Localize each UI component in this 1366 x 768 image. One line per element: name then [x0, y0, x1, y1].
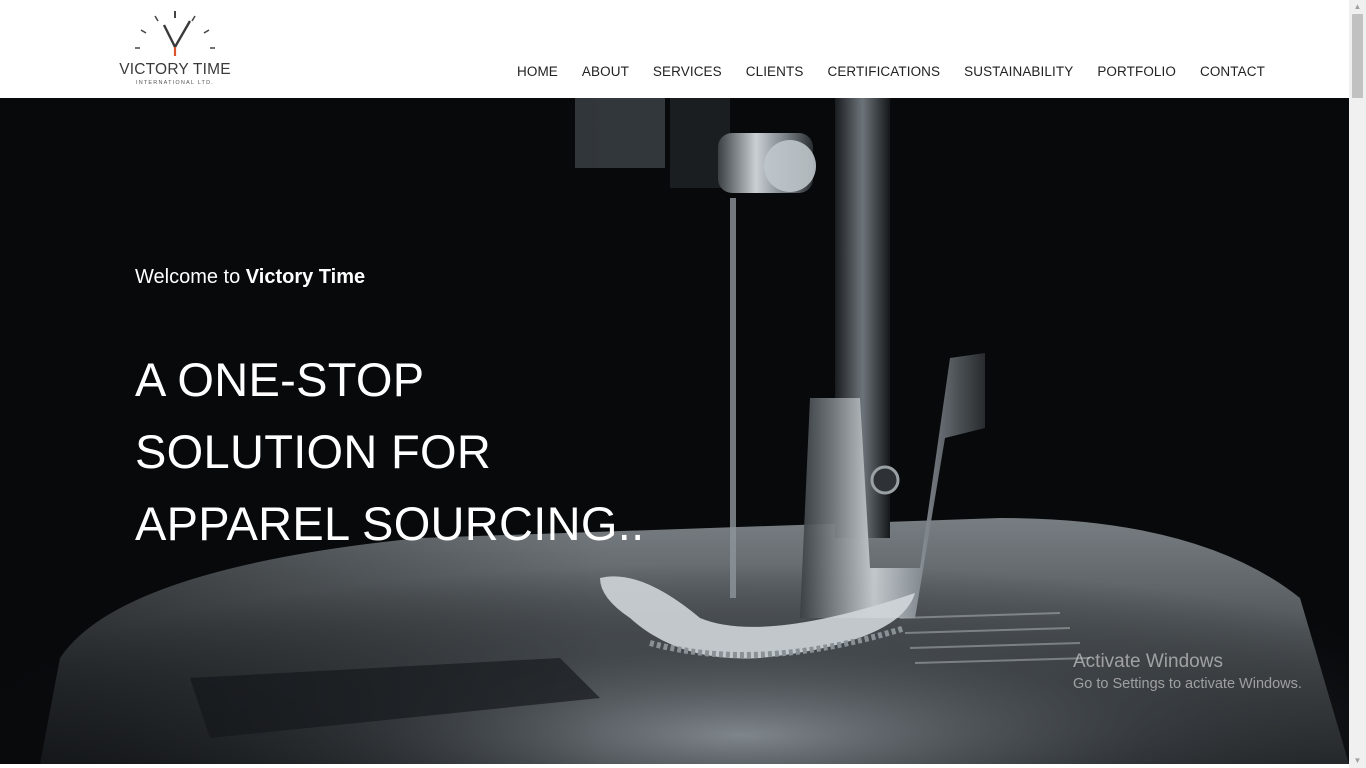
nav-portfolio[interactable]: PORTFOLIO — [1097, 64, 1176, 79]
hero-headline: A ONE-STOP SOLUTION FOR APPAREL SOURCING… — [135, 344, 644, 560]
brand-logo-link[interactable]: VICTORY TIME INTERNATIONAL LTD. — [118, 8, 232, 90]
nav-clients[interactable]: CLIENTS — [746, 64, 804, 79]
brand-subtitle: INTERNATIONAL LTD. — [135, 80, 215, 86]
watermark-subtitle: Go to Settings to activate Windows. — [1073, 676, 1302, 692]
nav-home[interactable]: HOME — [517, 64, 558, 79]
headline-line-1: A ONE-STOP — [135, 353, 425, 406]
welcome-prefix: Welcome to — [135, 266, 246, 288]
nav-contact[interactable]: CONTACT — [1200, 64, 1265, 79]
headline-line-2: SOLUTION FOR — [135, 425, 492, 478]
headline-line-3: APPAREL SOURCING.. — [135, 497, 645, 550]
scroll-up-arrow-icon[interactable]: ▲ — [1349, 0, 1366, 14]
page-scrollbar[interactable]: ▲ ▼ — [1349, 0, 1366, 768]
hero-welcome: Welcome to Victory Time — [135, 266, 365, 289]
main-nav: HOME ABOUT SERVICES CLIENTS CERTIFICATIO… — [517, 64, 1265, 79]
nav-sustainability[interactable]: SUSTAINABILITY — [964, 64, 1073, 79]
nav-certifications[interactable]: CERTIFICATIONS — [827, 64, 940, 79]
nav-about[interactable]: ABOUT — [582, 64, 629, 79]
brand-name: VICTORY TIME — [119, 61, 231, 78]
page: VICTORY TIME INTERNATIONAL LTD. HOME ABO… — [0, 0, 1366, 768]
nav-services[interactable]: SERVICES — [653, 64, 722, 79]
scroll-thumb[interactable] — [1352, 14, 1363, 98]
clock-logo-icon — [135, 11, 215, 56]
site-header: VICTORY TIME INTERNATIONAL LTD. HOME ABO… — [0, 0, 1349, 98]
windows-activation-watermark: Activate Windows Go to Settings to activ… — [1073, 650, 1302, 694]
watermark-title: Activate Windows — [1073, 651, 1223, 672]
welcome-brand: Victory Time — [245, 266, 366, 288]
scroll-down-arrow-icon[interactable]: ▼ — [1349, 754, 1366, 768]
